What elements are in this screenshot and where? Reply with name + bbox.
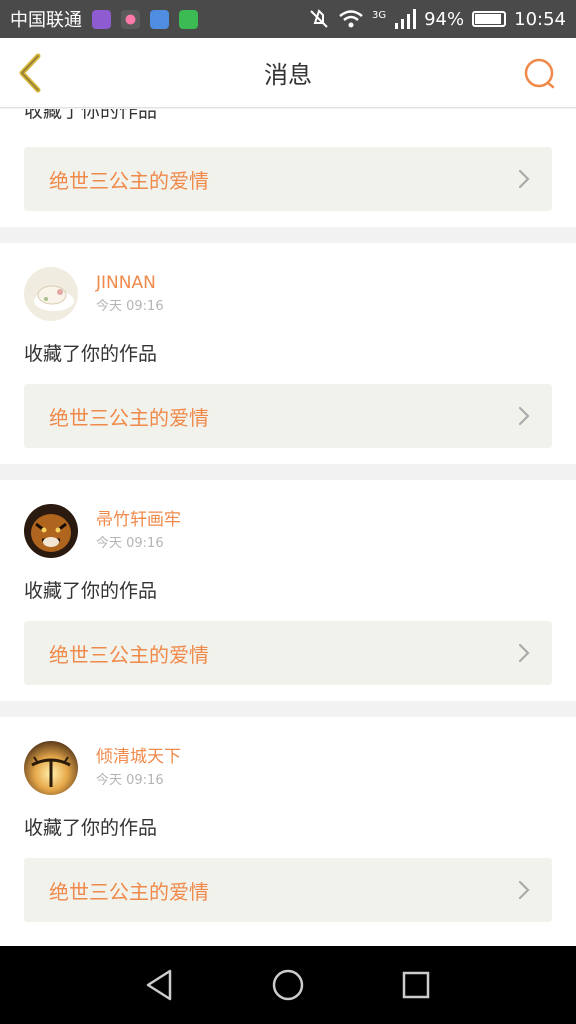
message-card: 收藏了你的作品 绝世三公主的爱情 — [0, 109, 576, 227]
work-link[interactable]: 绝世三公主的爱情 — [24, 621, 552, 685]
message-card: 帚竹轩画牢 今天 09:16 收藏了你的作品 绝世三公主的爱情 — [0, 480, 576, 701]
search-icon — [524, 58, 555, 89]
app-notification-icon — [179, 9, 198, 29]
triangle-back-icon — [146, 969, 172, 1001]
work-title: 绝世三公主的爱情 — [49, 405, 209, 430]
chevron-left-icon — [19, 53, 41, 93]
app-notification-icon — [121, 9, 140, 29]
nav-recents-button[interactable] — [396, 965, 436, 1005]
work-title: 绝世三公主的爱情 — [49, 879, 209, 904]
battery-percent: 94% — [424, 8, 465, 30]
wifi-icon — [339, 10, 363, 28]
work-link[interactable]: 绝世三公主的爱情 — [24, 858, 552, 922]
chevron-right-icon — [518, 169, 530, 189]
work-link[interactable]: 绝世三公主的爱情 — [24, 147, 552, 211]
battery-icon — [472, 11, 507, 27]
network-type: 3G — [371, 10, 387, 21]
carrier-name: 中国联通 — [10, 10, 82, 31]
user-row[interactable]: 倾清城天下 今天 09:16 — [24, 741, 181, 795]
work-title: 绝世三公主的爱情 — [49, 642, 209, 667]
clock: 10:54 — [514, 8, 566, 30]
mute-icon — [310, 9, 328, 28]
message-action-text: 收藏了你的作品 — [24, 343, 158, 365]
nav-back-button[interactable] — [140, 965, 180, 1005]
work-link[interactable]: 绝世三公主的爱情 — [24, 384, 552, 448]
avatar[interactable] — [24, 267, 78, 321]
timestamp: 今天 09:16 — [96, 536, 164, 551]
message-list[interactable]: 收藏了你的作品 绝世三公主的爱情 JINNAN 今天 09:16 收藏了你的作品… — [0, 109, 576, 946]
username[interactable]: 倾清城天下 — [96, 746, 181, 768]
nav-home-button[interactable] — [268, 965, 308, 1005]
message-action-text: 收藏了你的作品 — [24, 580, 158, 602]
app-notification-icon — [92, 9, 111, 29]
message-card: JINNAN 今天 09:16 收藏了你的作品 绝世三公主的爱情 — [0, 243, 576, 464]
back-button[interactable] — [12, 52, 52, 94]
system-navigation-bar — [0, 946, 576, 1024]
chevron-right-icon — [518, 880, 530, 900]
user-row[interactable]: 帚竹轩画牢 今天 09:16 — [24, 504, 181, 558]
username[interactable]: JINNAN — [96, 272, 164, 294]
status-bar: 中国联通 3G 94% 10:54 — [0, 0, 576, 38]
search-button[interactable] — [522, 56, 558, 92]
top-app-bar: 消息 — [0, 38, 576, 108]
user-row[interactable]: JINNAN 今天 09:16 — [24, 267, 164, 321]
avatar[interactable] — [24, 741, 78, 795]
message-action-text: 收藏了你的作品 — [24, 817, 158, 839]
chevron-right-icon — [518, 643, 530, 663]
timestamp: 今天 09:16 — [96, 299, 164, 314]
chevron-right-icon — [518, 406, 530, 426]
app-notification-icon — [150, 9, 169, 29]
message-action-text: 收藏了你的作品 — [24, 109, 158, 122]
page-title: 消息 — [264, 61, 312, 89]
username[interactable]: 帚竹轩画牢 — [96, 509, 181, 531]
work-title: 绝世三公主的爱情 — [49, 168, 209, 193]
timestamp: 今天 09:16 — [96, 773, 164, 788]
message-card: 倾清城天下 今天 09:16 收藏了你的作品 绝世三公主的爱情 — [0, 717, 576, 946]
circle-home-icon — [272, 969, 304, 1001]
avatar[interactable] — [24, 504, 78, 558]
square-recents-icon — [402, 971, 430, 999]
signal-icon — [395, 9, 417, 29]
